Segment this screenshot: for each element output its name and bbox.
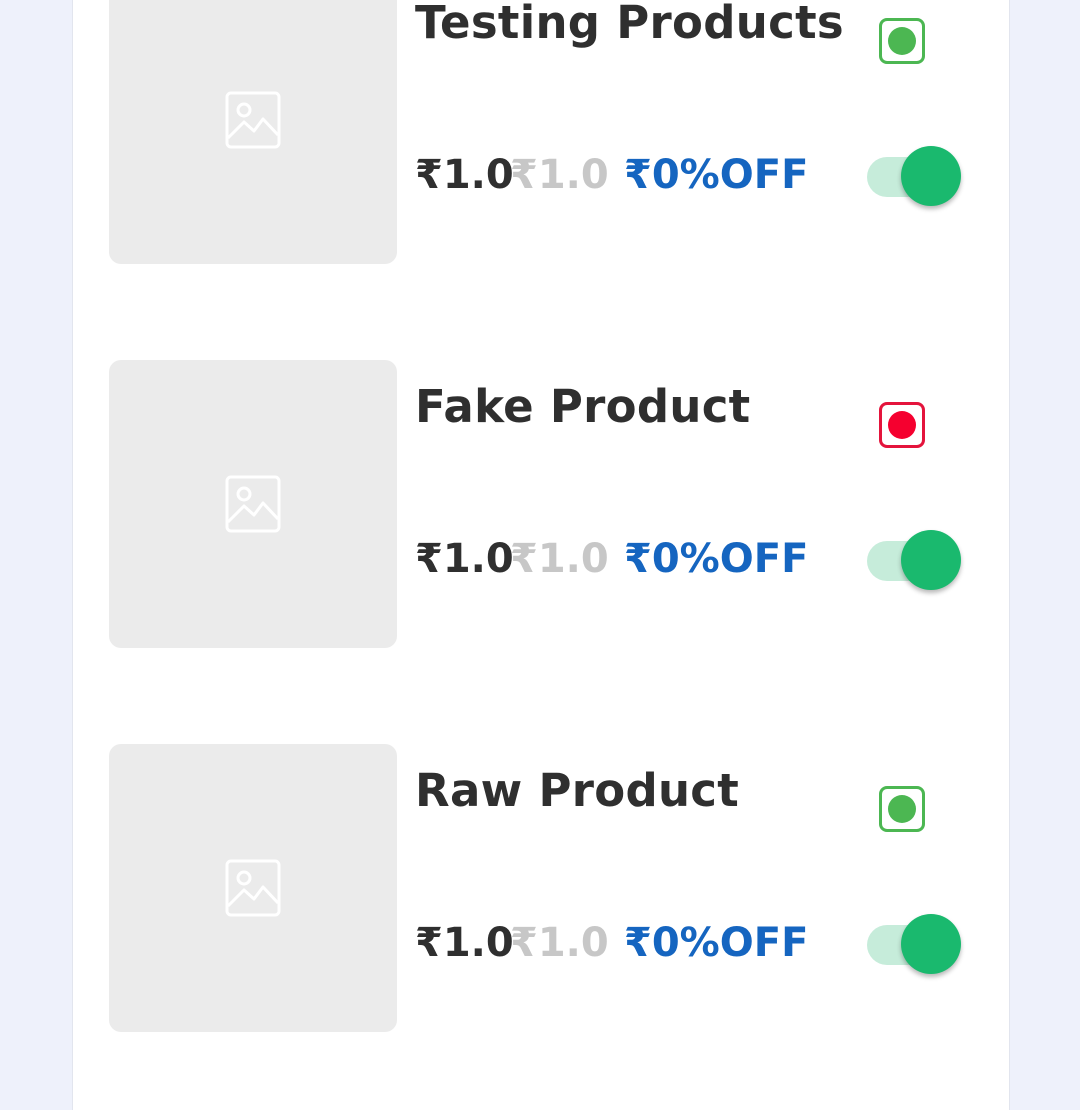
- image-placeholder-icon: [225, 475, 281, 533]
- product-price: ₹1.0: [415, 920, 514, 966]
- product-price: ₹1.0: [415, 536, 514, 582]
- availability-toggle[interactable]: [867, 914, 965, 978]
- veg-indicator-icon: [879, 786, 925, 832]
- product-discount: ₹0%OFF: [624, 152, 809, 198]
- veg-indicator-icon: [879, 18, 925, 64]
- image-placeholder-icon: [225, 859, 281, 917]
- product-item[interactable]: Fake Product ₹1.0 ₹1.0 ₹0%OFF: [73, 360, 1009, 648]
- product-price: ₹1.0: [415, 152, 514, 198]
- product-thumbnail[interactable]: [109, 744, 397, 1032]
- product-name: Raw Product: [415, 764, 740, 817]
- product-mrp: ₹1.0: [510, 920, 609, 966]
- availability-toggle[interactable]: [867, 530, 965, 594]
- product-item[interactable]: Raw Product ₹1.0 ₹1.0 ₹0%OFF: [73, 744, 1009, 1032]
- product-thumbnail[interactable]: [109, 0, 397, 264]
- image-placeholder-icon: [225, 91, 281, 149]
- product-mrp: ₹1.0: [510, 536, 609, 582]
- product-list-card: Testing Products ₹1.0 ₹1.0 ₹0%OFF Fake P…: [72, 0, 1010, 1110]
- product-discount: ₹0%OFF: [624, 920, 809, 966]
- product-thumbnail[interactable]: [109, 360, 397, 648]
- availability-toggle[interactable]: [867, 146, 965, 210]
- product-discount: ₹0%OFF: [624, 536, 809, 582]
- product-name: Testing Products: [415, 0, 844, 49]
- product-item[interactable]: Testing Products ₹1.0 ₹1.0 ₹0%OFF: [73, 0, 1009, 264]
- non-veg-indicator-icon: [879, 402, 925, 448]
- product-name: Fake Product: [415, 380, 751, 433]
- product-mrp: ₹1.0: [510, 152, 609, 198]
